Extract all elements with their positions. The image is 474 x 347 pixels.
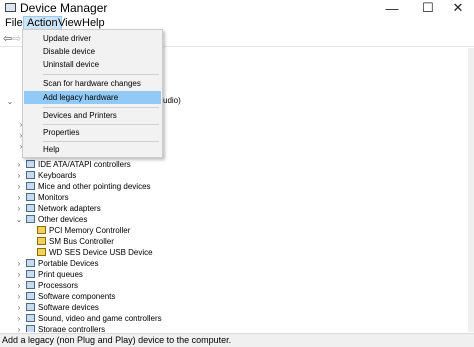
tree-row-label: Software devices bbox=[38, 303, 99, 312]
menu-separator bbox=[43, 74, 159, 75]
menu-separator bbox=[43, 107, 159, 108]
action-dropdown-menu: Update driver Disable device Uninstall d… bbox=[22, 29, 163, 158]
tree-row-label: Portable Devices bbox=[38, 259, 99, 268]
expand-arrow-icon[interactable]: › bbox=[15, 192, 23, 203]
status-bar: Add a legacy (non Plug and Play) device … bbox=[0, 333, 474, 347]
tree-row-label: Other devices bbox=[38, 215, 88, 224]
menu-item-label: Devices and Printers bbox=[43, 111, 117, 120]
warning-device-icon bbox=[37, 226, 46, 234]
menu-item-label: Update driver bbox=[43, 34, 92, 43]
menu-item-label: Add legacy hardware bbox=[43, 93, 119, 102]
tree-row-label: PCI Memory Controller bbox=[49, 226, 131, 235]
device-category-icon bbox=[26, 314, 35, 322]
device-category-icon bbox=[26, 303, 35, 311]
menu-item-label: Properties bbox=[43, 128, 80, 137]
menu-item-devices-printers[interactable]: Devices and Printers bbox=[24, 109, 161, 122]
expand-arrow-icon[interactable]: › bbox=[15, 280, 23, 291]
tree-row-label: Print queues bbox=[38, 270, 83, 279]
menu-item-disable-device[interactable]: Disable device bbox=[24, 45, 161, 58]
expand-arrow-icon[interactable]: › bbox=[15, 291, 23, 302]
window-title: Device Manager bbox=[20, 1, 108, 15]
status-text: Add a legacy (non Plug and Play) device … bbox=[2, 335, 232, 345]
expand-arrow-icon[interactable]: › bbox=[15, 313, 23, 324]
tree-row-label: Processors bbox=[38, 281, 79, 290]
forward-arrow-icon[interactable]: ⇨ bbox=[12, 32, 21, 45]
expand-arrow-icon[interactable]: › bbox=[15, 203, 23, 214]
tree-row-label: Mice and other pointing devices bbox=[38, 182, 151, 191]
vertical-scrollbar[interactable] bbox=[468, 48, 474, 332]
tree-row-label: Storage controllers bbox=[38, 325, 106, 332]
menu-item-label: Scan for hardware changes bbox=[43, 79, 141, 88]
menu-help[interactable]: Help bbox=[79, 16, 108, 30]
expand-arrow-icon[interactable]: › bbox=[15, 170, 23, 181]
collapse-arrow-icon[interactable]: ⌄ bbox=[6, 96, 14, 107]
menu-item-help[interactable]: Help bbox=[24, 143, 161, 156]
device-category-icon bbox=[26, 215, 35, 223]
expand-arrow-icon[interactable]: › bbox=[15, 324, 23, 332]
menu-bar: File Action View Help bbox=[0, 16, 474, 30]
warning-device-icon bbox=[37, 248, 46, 256]
menu-separator bbox=[43, 124, 159, 125]
expand-arrow-icon[interactable]: › bbox=[15, 181, 23, 192]
device-category-icon bbox=[26, 204, 35, 212]
tree-row-label: udio) bbox=[163, 96, 181, 105]
device-category-icon bbox=[26, 182, 35, 190]
tree-row-label: Keyboards bbox=[38, 171, 77, 180]
expand-arrow-icon[interactable]: › bbox=[15, 159, 23, 170]
expand-arrow-icon[interactable]: › bbox=[15, 302, 23, 313]
device-category-icon bbox=[26, 292, 35, 300]
tree-row-label: IDE ATA/ATAPI controllers bbox=[38, 160, 131, 169]
device-category-icon bbox=[26, 281, 35, 289]
menu-item-add-legacy-hardware[interactable]: Add legacy hardware bbox=[24, 91, 161, 104]
menu-separator bbox=[43, 141, 159, 142]
back-arrow-icon[interactable]: ⇦ bbox=[3, 32, 12, 45]
device-category-icon bbox=[26, 325, 35, 332]
menu-item-label: Disable device bbox=[43, 47, 96, 56]
expand-arrow-icon[interactable]: › bbox=[15, 258, 23, 269]
device-category-icon bbox=[26, 171, 35, 179]
collapse-arrow-icon[interactable]: ⌄ bbox=[15, 214, 23, 225]
close-button[interactable]: ✕ bbox=[440, 0, 474, 16]
minimize-button[interactable]: — bbox=[374, 0, 410, 16]
menu-item-label: Help bbox=[43, 145, 60, 154]
tree-row-label: SM Bus Controller bbox=[49, 237, 114, 246]
menu-item-label: Uninstall device bbox=[43, 60, 100, 69]
device-category-icon bbox=[26, 193, 35, 201]
device-manager-icon bbox=[5, 3, 16, 12]
tree-row-label: Software components bbox=[38, 292, 116, 301]
tree-row-label: Sound, video and game controllers bbox=[38, 314, 162, 323]
tree-row-label: Network adapters bbox=[38, 204, 101, 213]
menu-item-update-driver[interactable]: Update driver bbox=[24, 32, 161, 45]
title-bar: Device Manager — ☐ ✕ bbox=[0, 0, 474, 16]
tree-row-label: WD SES Device USB Device bbox=[49, 248, 153, 257]
device-category-icon bbox=[26, 259, 35, 267]
menu-item-uninstall-device[interactable]: Uninstall device bbox=[24, 58, 161, 71]
device-category-icon bbox=[26, 160, 35, 168]
tree-row-label: Monitors bbox=[38, 193, 69, 202]
warning-device-icon bbox=[37, 237, 46, 245]
menu-item-properties[interactable]: Properties bbox=[24, 126, 161, 139]
expand-arrow-icon[interactable]: › bbox=[15, 269, 23, 280]
device-category-icon bbox=[26, 270, 35, 278]
menu-item-scan-hardware[interactable]: Scan for hardware changes bbox=[24, 77, 161, 90]
